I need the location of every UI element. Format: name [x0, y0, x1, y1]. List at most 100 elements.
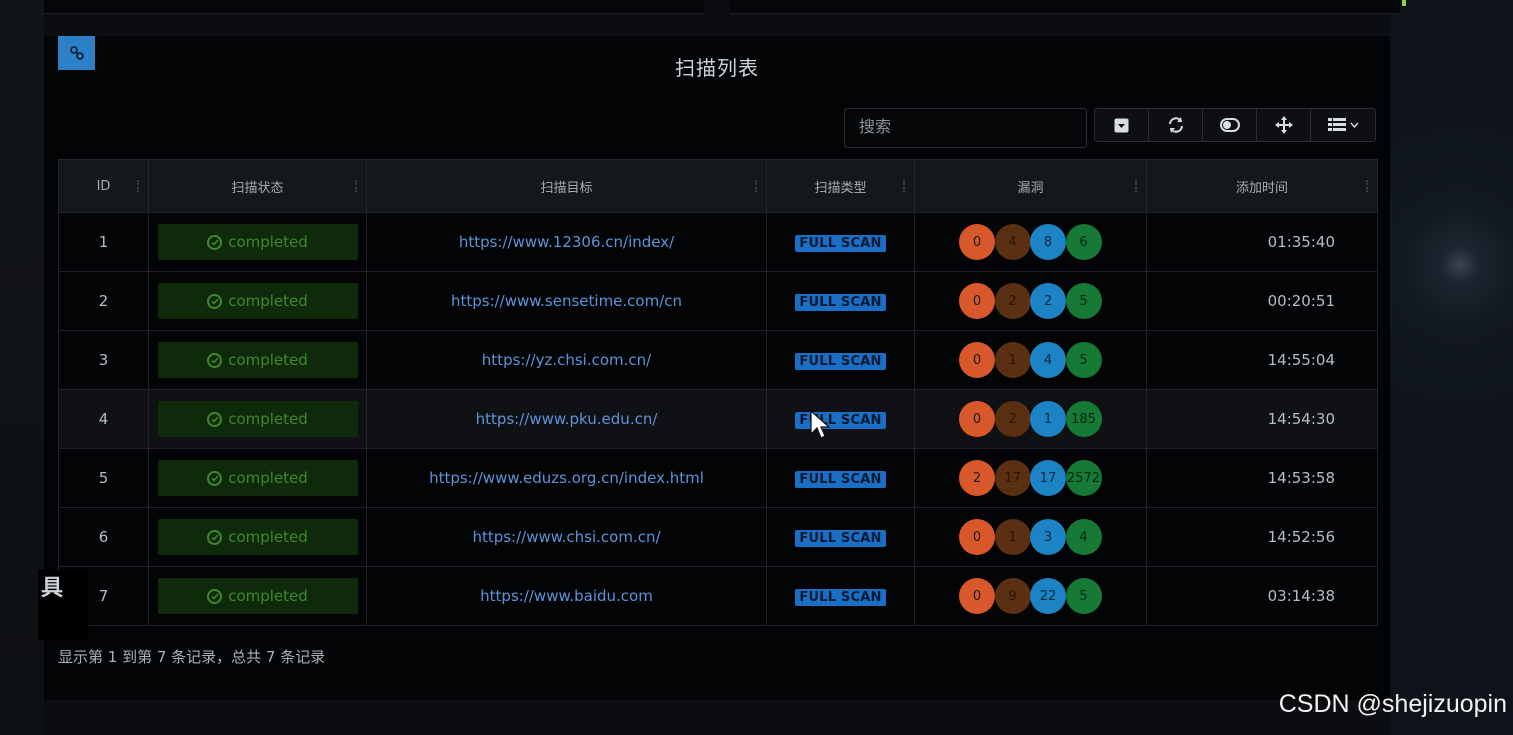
table-toolbar [1094, 108, 1376, 142]
cell-added-time: 14:53:58 [1146, 448, 1378, 508]
high-count[interactable]: 4 [994, 224, 1031, 260]
column-header-target[interactable]: 扫描目标 [366, 159, 767, 213]
bottom-strip [44, 700, 1390, 735]
status-badge: completed [157, 283, 358, 319]
cell-id: 5 [58, 448, 149, 508]
toggle-button[interactable] [1095, 109, 1149, 141]
cell-scan-type: FULL SCAN [766, 212, 915, 272]
move-icon [1274, 116, 1293, 134]
scan-table: ID 扫描状态 扫描目标 扫描类型 漏洞 添加时间 1 completed http… [58, 159, 1378, 626]
high-count[interactable]: 1 [994, 519, 1031, 555]
scan-target-link[interactable]: https://www.chsi.com.cn/ [472, 528, 660, 546]
cell-status: completed [148, 389, 367, 449]
cell-scan-type: FULL SCAN [766, 271, 915, 331]
critical-count[interactable]: 0 [959, 401, 995, 437]
cell-target: https://www.eduzs.org.cn/index.html [366, 448, 767, 508]
scan-target-link[interactable]: https://yz.chsi.com.cn/ [482, 351, 651, 369]
sort-icon [903, 180, 908, 192]
table-row[interactable]: 2 completed https://www.sensetime.com/cn FU… [58, 271, 1378, 331]
high-count[interactable]: 2 [994, 401, 1031, 437]
low-count[interactable]: 5 [1065, 342, 1102, 378]
medium-count[interactable]: 3 [1030, 519, 1066, 555]
search-input[interactable] [844, 108, 1087, 148]
check-circle-icon [207, 293, 223, 309]
low-count[interactable]: 2572 [1065, 460, 1102, 496]
column-header-id[interactable]: ID [58, 159, 149, 213]
cell-id: 3 [58, 330, 149, 390]
sort-icon [755, 180, 760, 192]
refresh-button[interactable] [1149, 109, 1203, 141]
table-row[interactable]: 5 completed https://www.eduzs.org.cn/index… [58, 448, 1378, 508]
high-count[interactable]: 2 [994, 283, 1031, 319]
cell-scan-type: FULL SCAN [766, 507, 915, 567]
medium-count[interactable]: 4 [1030, 342, 1066, 378]
scan-type-badge: FULL SCAN [795, 529, 886, 547]
high-count[interactable]: 1 [994, 342, 1031, 378]
table-row[interactable]: 3 completed https://yz.chsi.com.cn/FULL SC… [58, 330, 1378, 390]
vulnerability-counts: 0134 [959, 519, 1102, 555]
low-count[interactable]: 4 [1065, 519, 1102, 555]
table-row[interactable]: 1 completed https://www.12306.cn/index/FUL… [58, 212, 1378, 272]
cell-added-time: 14:55:04 [1146, 330, 1378, 390]
refresh-icon [1168, 117, 1183, 133]
scan-target-link[interactable]: https://www.baidu.com [480, 587, 653, 605]
mouse-cursor-icon [810, 410, 830, 439]
status-label: completed [228, 410, 308, 428]
critical-count[interactable]: 0 [959, 224, 995, 260]
critical-count[interactable]: 0 [959, 283, 995, 319]
list-icon [1327, 118, 1346, 131]
critical-count[interactable]: 0 [959, 578, 995, 614]
pagination-summary: 显示第 1 到第 7 条记录，总共 7 条记录 [58, 648, 326, 666]
critical-count[interactable]: 0 [959, 519, 995, 555]
fullscreen-button[interactable] [1257, 109, 1311, 141]
critical-count[interactable]: 2 [959, 460, 995, 496]
vulnerability-counts: 0145 [959, 342, 1102, 378]
scan-target-link[interactable]: https://www.sensetime.com/cn [451, 292, 682, 310]
low-count[interactable]: 6 [1065, 224, 1102, 260]
column-header-vulns[interactable]: 漏洞 [914, 159, 1147, 213]
medium-count[interactable]: 2 [1030, 283, 1066, 319]
cell-scan-type: FULL SCAN [766, 448, 915, 508]
cell-status: completed [148, 566, 367, 626]
cell-id: 6 [58, 507, 149, 567]
table-row[interactable]: 6 completed https://www.chsi.com.cn/FULL S… [58, 507, 1378, 567]
column-header-type[interactable]: 扫描类型 [766, 159, 915, 213]
high-count[interactable]: 9 [994, 578, 1031, 614]
low-count[interactable]: 5 [1065, 578, 1102, 614]
sort-icon [1366, 180, 1371, 192]
scan-type-badge: FULL SCAN [795, 352, 886, 370]
cell-status: completed [148, 271, 367, 331]
low-count[interactable]: 5 [1065, 283, 1102, 319]
cell-status: completed [148, 507, 367, 567]
status-badge: completed [157, 224, 358, 260]
scan-type-badge: FULL SCAN [795, 588, 886, 606]
table-row[interactable]: 4 completed https://www.pku.edu.cn/FULL SC… [58, 389, 1378, 449]
medium-count[interactable]: 1 [1030, 401, 1066, 437]
status-label: completed [228, 469, 308, 487]
medium-count[interactable]: 17 [1030, 460, 1066, 496]
critical-count[interactable]: 0 [959, 342, 995, 378]
toggle-view-button[interactable] [1203, 109, 1257, 141]
cell-added-time: 14:52:56 [1146, 507, 1378, 567]
cell-vulnerabilities: 2 17 17 2572 [914, 448, 1147, 508]
column-header-added-time[interactable]: 添加时间 [1146, 159, 1378, 213]
toggle-icon [1219, 118, 1240, 132]
scan-target-link[interactable]: https://www.pku.edu.cn/ [476, 410, 658, 428]
table-row[interactable]: 7 completed https://www.baidu.com FULL SCAN… [58, 566, 1378, 626]
scan-target-link[interactable]: https://www.eduzs.org.cn/index.html [429, 469, 704, 487]
high-count[interactable]: 17 [994, 460, 1031, 496]
vulnerability-counts: 0225 [959, 283, 1102, 319]
scan-target-link[interactable]: https://www.12306.cn/index/ [459, 233, 674, 251]
check-circle-icon [207, 470, 223, 486]
medium-count[interactable]: 8 [1030, 224, 1066, 260]
sort-icon [1135, 180, 1140, 192]
low-count[interactable]: 185 [1065, 401, 1102, 437]
top-panel-left [44, 0, 704, 14]
scan-type-badge: FULL SCAN [795, 411, 886, 429]
medium-count[interactable]: 22 [1030, 578, 1066, 614]
column-header-status[interactable]: 扫描状态 [148, 159, 367, 213]
vulnerability-counts: 0486 [959, 224, 1102, 260]
status-label: completed [228, 528, 308, 546]
columns-button[interactable] [1311, 109, 1375, 141]
scan-type-badge: FULL SCAN [795, 470, 886, 488]
